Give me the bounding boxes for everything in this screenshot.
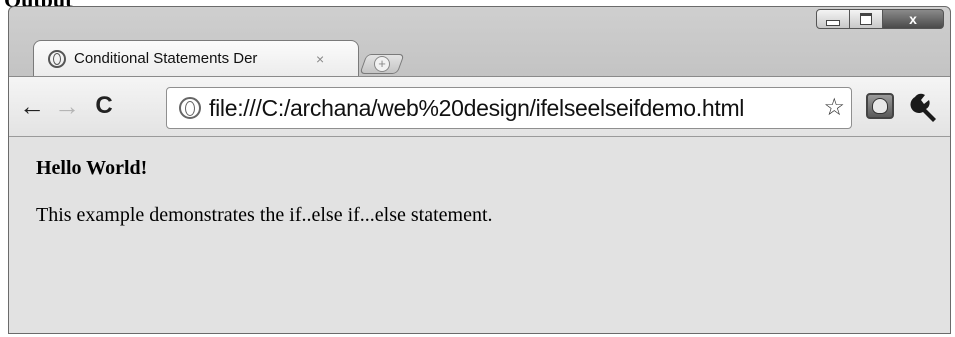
reload-button[interactable]: C	[89, 91, 119, 121]
page-content: Hello World! This example demonstrates t…	[9, 137, 950, 333]
address-bar[interactable]: file:///C:/archana/web%20design/ifelseel…	[166, 87, 852, 129]
browser-window: x Conditional Statements Der × + ← → C f…	[8, 6, 951, 334]
tab-active[interactable]: Conditional Statements Der ×	[33, 40, 359, 76]
page-paragraph: This example demonstrates the if..else i…	[36, 204, 493, 226]
globe-icon	[48, 49, 66, 68]
url-text: file:///C:/archana/web%20design/ifelseel…	[209, 94, 745, 121]
reload-icon: C	[95, 92, 113, 119]
forward-arrow-icon: →	[54, 90, 80, 121]
window-controls: x	[816, 9, 944, 29]
new-tab-button[interactable]: +	[359, 54, 405, 74]
back-arrow-icon: ←	[19, 90, 45, 121]
back-button[interactable]: ←	[17, 91, 47, 121]
forward-button[interactable]: →	[52, 91, 82, 121]
extension-shield-icon[interactable]	[866, 93, 894, 119]
page-globe-icon	[179, 97, 201, 119]
maximize-button[interactable]	[849, 9, 883, 29]
page-heading: Hello World!	[36, 157, 148, 179]
shield-emblem-icon	[872, 98, 888, 114]
tab-close-icon[interactable]: ×	[316, 51, 324, 67]
tab-title: Conditional Statements Der	[74, 50, 258, 67]
minimize-icon	[826, 20, 840, 26]
maximize-icon	[860, 13, 872, 25]
new-tab-icon: +	[374, 56, 390, 72]
wrench-icon[interactable]	[909, 89, 941, 123]
bookmark-star-icon[interactable]: ☆	[823, 93, 845, 122]
toolbar: ← → C file:///C:/archana/web%20design/if…	[9, 76, 950, 137]
close-window-button[interactable]: x	[882, 9, 944, 29]
close-window-icon: x	[909, 11, 917, 27]
minimize-button[interactable]	[816, 9, 850, 29]
